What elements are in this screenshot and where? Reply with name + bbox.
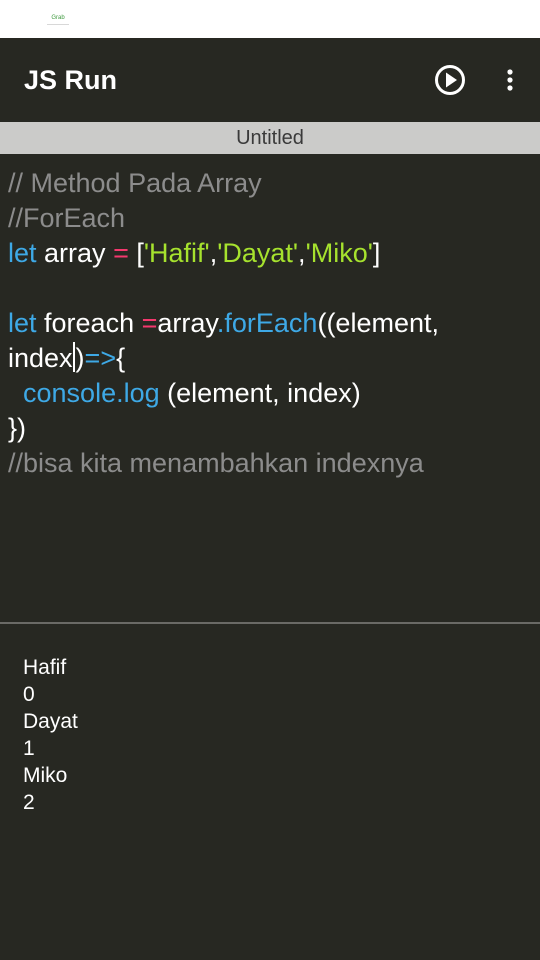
- code-token: let: [8, 238, 37, 268]
- file-tab-label: Untitled: [236, 127, 304, 149]
- code-line[interactable]: }): [8, 411, 534, 446]
- code-line[interactable]: //bisa kita menambahkan indexnya: [8, 446, 534, 481]
- code-token: array: [36, 238, 114, 268]
- code-token: ]: [372, 238, 381, 268]
- overflow-menu-button[interactable]: [496, 60, 524, 100]
- code-token: ): [75, 343, 85, 373]
- status-bar: Grab: [0, 0, 540, 38]
- code-token: ((element,: [317, 308, 439, 338]
- code-token: 'Hafif': [143, 238, 210, 268]
- code-line[interactable]: console.log (element, index): [8, 376, 534, 411]
- console-line: 2: [23, 791, 35, 814]
- code-token: index: [8, 343, 73, 373]
- code-token: // Method Pada Array: [8, 168, 262, 198]
- console-line: 1: [23, 737, 35, 760]
- code-line[interactable]: let array = ['Hafif','Dayat','Miko']: [8, 236, 534, 271]
- code-token: 'Dayat': [217, 238, 299, 268]
- code-token: [: [128, 238, 144, 268]
- console-line: Hafif: [23, 656, 67, 679]
- code-token: .forEach: [216, 308, 318, 338]
- code-line[interactable]: let foreach =array.forEach((element,: [8, 306, 534, 341]
- app-bar: JS Run: [0, 38, 540, 122]
- code-token: foreach: [36, 308, 142, 338]
- console-line: 0: [23, 683, 35, 706]
- code-line[interactable]: index)=>{: [8, 341, 534, 376]
- code-editor[interactable]: // Method Pada Array//ForEach let array =…: [0, 154, 540, 622]
- code-token: 'Miko': [305, 238, 373, 268]
- code-token: =>: [84, 343, 117, 373]
- status-logo: Grab: [47, 11, 69, 25]
- code-token: console.log: [23, 378, 160, 408]
- code-line[interactable]: // Method Pada Array: [8, 166, 534, 201]
- console-line: Miko: [23, 764, 68, 787]
- app-title: JS Run: [24, 65, 118, 95]
- code-token: let: [8, 308, 37, 338]
- code-token: //ForEach: [8, 203, 126, 233]
- code-token: array: [157, 308, 217, 338]
- code-token: {: [116, 343, 126, 373]
- code-line[interactable]: //ForEach: [8, 201, 534, 236]
- code-token: //bisa kita menambahkan indexnya: [8, 448, 424, 478]
- console-lines: Hafif 0 Dayat 1 Miko 2: [23, 654, 78, 816]
- run-button[interactable]: [430, 60, 470, 100]
- code-token: }): [8, 413, 27, 443]
- code-token: =: [141, 308, 158, 338]
- console-output: Hafif 0 Dayat 1 Miko 2: [0, 624, 540, 960]
- play-circle-icon: [435, 65, 465, 95]
- file-tab[interactable]: Untitled: [0, 122, 540, 154]
- console-line: Dayat: [23, 710, 78, 733]
- code-token: ,: [298, 238, 306, 268]
- code-token: (element, index): [159, 378, 361, 408]
- code-text[interactable]: // Method Pada Array//ForEach let array =…: [8, 166, 534, 481]
- code-token: =: [113, 238, 129, 268]
- text-cursor: [72, 342, 75, 372]
- more-vertical-icon: [507, 69, 513, 91]
- code-line[interactable]: [8, 271, 534, 306]
